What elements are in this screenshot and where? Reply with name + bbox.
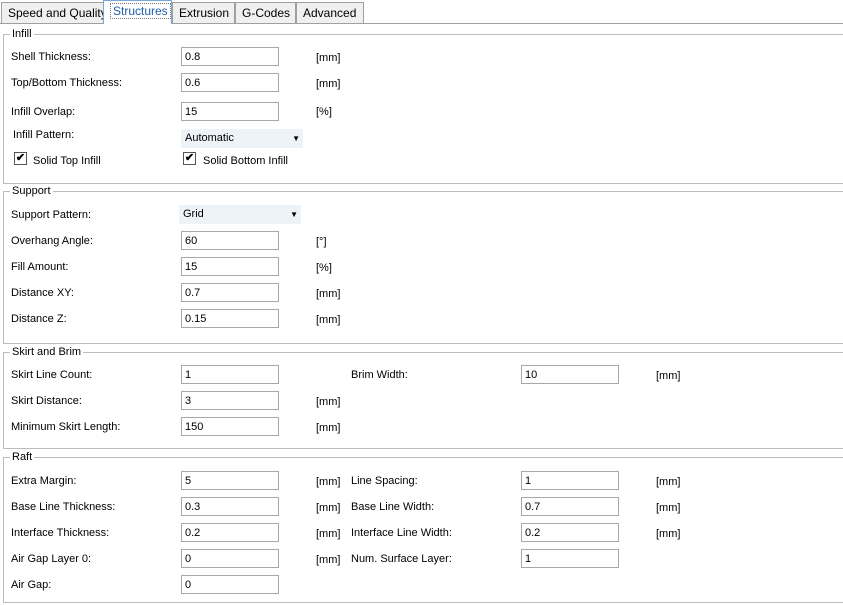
- infill-pattern-select[interactable]: Automatic ▼: [181, 129, 303, 148]
- base-line-width-unit: [mm]: [656, 502, 681, 514]
- fill-amount-label: Fill Amount:: [11, 261, 69, 273]
- minimum-skirt-length-label: Minimum Skirt Length:: [11, 421, 121, 433]
- extra-margin-unit: [mm]: [316, 476, 341, 488]
- extra-margin-label: Extra Margin:: [11, 475, 77, 487]
- support-pattern-select[interactable]: Grid ▼: [179, 205, 301, 224]
- num-surface-layer-label: Num. Surface Layer:: [351, 553, 452, 565]
- fill-amount-unit: [%]: [316, 262, 332, 274]
- overhang-angle-input[interactable]: [181, 231, 279, 250]
- overhang-angle-label: Overhang Angle:: [11, 235, 93, 247]
- minimum-skirt-length-input[interactable]: [181, 417, 279, 436]
- shell-thickness-input[interactable]: [181, 47, 279, 66]
- raft-group-title: Raft: [10, 450, 35, 464]
- air-gap-label: Air Gap:: [11, 579, 52, 591]
- base-line-width-input[interactable]: [521, 497, 619, 516]
- tab-structures[interactable]: Structures: [103, 0, 172, 24]
- infill-group: Infill: [3, 27, 843, 184]
- minimum-skirt-length-unit: [mm]: [316, 422, 341, 434]
- line-spacing-label: Line Spacing:: [351, 475, 418, 487]
- air-gap-layer-0-label: Air Gap Layer 0:: [11, 553, 92, 565]
- line-spacing-unit: [mm]: [656, 476, 681, 488]
- interface-thickness-unit: [mm]: [316, 528, 341, 540]
- support-group: Support: [3, 184, 843, 344]
- infill-pattern-value: Automatic: [185, 132, 234, 144]
- support-pattern-label: Support Pattern:: [11, 209, 92, 221]
- interface-line-width-label: Interface Line Width:: [351, 527, 452, 539]
- support-pattern-value: Grid: [183, 208, 204, 220]
- solid-bottom-infill-label: Solid Bottom Infill: [203, 155, 288, 167]
- shell-thickness-label: Shell Thickness:: [11, 51, 91, 63]
- infill-overlap-unit: [%]: [316, 106, 332, 118]
- distance-z-label: Distance Z:: [11, 313, 67, 325]
- skirt-line-count-input[interactable]: [181, 365, 279, 384]
- fill-amount-input[interactable]: [181, 257, 279, 276]
- air-gap-layer-0-unit: [mm]: [316, 554, 341, 566]
- chevron-down-icon: ▼: [290, 210, 298, 219]
- distance-xy-unit: [mm]: [316, 288, 341, 300]
- base-line-thickness-unit: [mm]: [316, 502, 341, 514]
- infill-pattern-label: Infill Pattern:: [13, 129, 75, 141]
- tab-structures-label: Structures: [110, 3, 171, 19]
- overhang-angle-unit: [°]: [316, 236, 327, 248]
- top-bottom-thickness-label: Top/Bottom Thickness:: [11, 77, 123, 89]
- infill-group-title: Infill: [10, 27, 34, 41]
- tab-extrusion[interactable]: Extrusion: [172, 2, 235, 23]
- shell-thickness-unit: [mm]: [316, 52, 341, 64]
- skirt-and-brim-group-title: Skirt and Brim: [10, 345, 84, 359]
- infill-overlap-input[interactable]: [181, 102, 279, 121]
- infill-overlap-label: Infill Overlap:: [11, 106, 76, 118]
- interface-thickness-label: Interface Thickness:: [11, 527, 110, 539]
- top-bottom-thickness-input[interactable]: [181, 73, 279, 92]
- chevron-down-icon: ▼: [292, 134, 300, 143]
- brim-width-label: Brim Width:: [351, 369, 408, 381]
- distance-xy-label: Distance XY:: [11, 287, 74, 299]
- extra-margin-input[interactable]: [181, 471, 279, 490]
- skirt-distance-unit: [mm]: [316, 396, 341, 408]
- base-line-thickness-label: Base Line Thickness:: [11, 501, 116, 513]
- skirt-line-count-label: Skirt Line Count:: [11, 369, 93, 381]
- skirt-distance-input[interactable]: [181, 391, 279, 410]
- brim-width-unit: [mm]: [656, 370, 681, 382]
- distance-z-unit: [mm]: [316, 314, 341, 326]
- line-spacing-input[interactable]: [521, 471, 619, 490]
- num-surface-layer-input[interactable]: [521, 549, 619, 568]
- interface-thickness-input[interactable]: [181, 523, 279, 542]
- skirt-and-brim-group: Skirt and Brim: [3, 345, 843, 449]
- air-gap-layer-0-input[interactable]: [181, 549, 279, 568]
- base-line-width-label: Base Line Width:: [351, 501, 435, 513]
- top-bottom-thickness-unit: [mm]: [316, 78, 341, 90]
- distance-xy-input[interactable]: [181, 283, 279, 302]
- solid-bottom-infill-checkbox[interactable]: ✔: [183, 152, 196, 165]
- distance-z-input[interactable]: [181, 309, 279, 328]
- tab-advanced[interactable]: Advanced: [296, 2, 364, 23]
- brim-width-input[interactable]: [521, 365, 619, 384]
- air-gap-input[interactable]: [181, 575, 279, 594]
- interface-line-width-input[interactable]: [521, 523, 619, 542]
- solid-top-infill-label: Solid Top Infill: [33, 155, 101, 167]
- tab-speed-and-quality[interactable]: Speed and Quality: [1, 2, 107, 23]
- interface-line-width-unit: [mm]: [656, 528, 681, 540]
- solid-top-infill-checkbox[interactable]: ✔: [14, 152, 27, 165]
- skirt-distance-label: Skirt Distance:: [11, 395, 82, 407]
- base-line-thickness-input[interactable]: [181, 497, 279, 516]
- tab-bar: Speed and Quality Structures Extrusion G…: [0, 0, 843, 24]
- tab-g-codes[interactable]: G-Codes: [235, 2, 296, 23]
- support-group-title: Support: [10, 184, 53, 198]
